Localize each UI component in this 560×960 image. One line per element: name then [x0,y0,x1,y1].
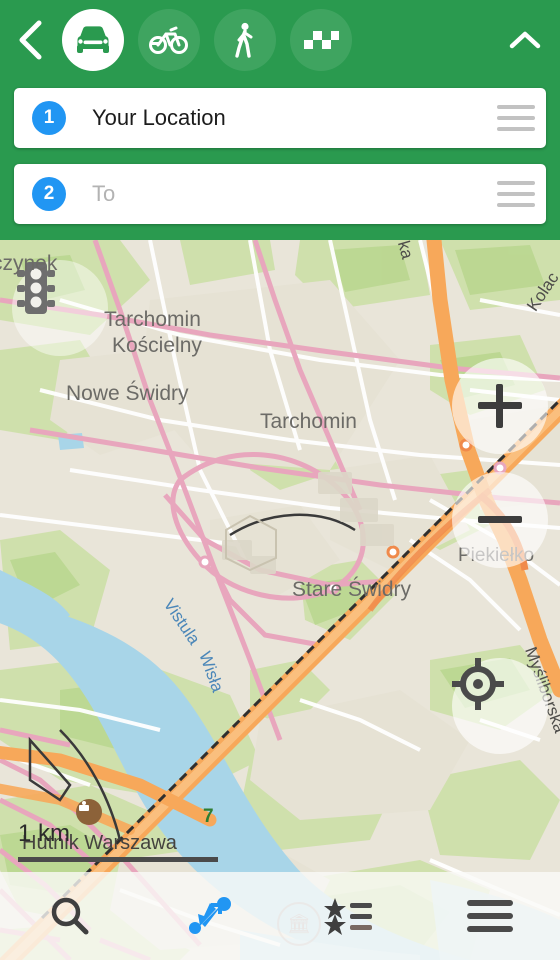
zoom-in-button[interactable] [452,358,548,454]
crosshair-locate-icon [452,658,504,710]
drag-bar [497,181,535,185]
map-canvas[interactable]: czynek Tarchomin Kościelny Nowe Świdry T… [0,240,560,960]
stadium-glyph-icon [79,801,89,811]
bottom-menu-button[interactable] [420,872,560,960]
from-input[interactable]: Your Location [92,105,486,131]
mode-bicycle-button[interactable] [138,9,200,71]
route-point-badge-1: 1 [32,101,66,135]
poi-stadium-icon [76,799,102,825]
bottom-toolbar [0,872,560,960]
to-input[interactable]: To [92,181,486,207]
drag-bar [497,105,535,109]
back-button[interactable] [0,0,62,80]
chevron-up-icon [509,31,541,49]
drag-bar [497,116,535,120]
mode-car-button[interactable] [62,9,124,71]
hamburger-menu-icon [467,900,513,932]
directions-arrow-icon [189,897,231,934]
route-point-badge-2: 2 [32,177,66,211]
minus-icon [478,516,522,523]
search-icon [51,897,89,935]
zoom-out-button[interactable] [452,472,548,568]
bottom-directions-button[interactable] [140,872,280,960]
route-field-from[interactable]: 1 Your Location [14,88,546,148]
traffic-lights-button[interactable] [12,260,108,356]
taxi-icon [304,31,339,49]
drag-bar [497,203,535,207]
favorites-list-icon [324,898,372,935]
car-icon [77,26,109,53]
route-header: 1 Your Location 2 To [0,0,560,240]
mode-list [62,9,490,71]
mode-taxi-button[interactable] [290,9,352,71]
route-field-to[interactable]: 2 To [14,164,546,224]
drag-bar [497,192,535,196]
pedestrian-icon [235,22,253,58]
traffic-light-icon [17,262,55,314]
mode-pedestrian-button[interactable] [214,9,276,71]
drag-handle-to[interactable] [486,164,546,224]
drag-handle-from[interactable] [486,88,546,148]
app-root: czynek Tarchomin Kościelny Nowe Świdry T… [0,0,560,960]
my-location-button[interactable] [452,658,548,754]
route-fields: 1 Your Location 2 To [14,88,546,240]
collapse-panel-button[interactable] [490,0,560,80]
bottom-favorites-button[interactable] [280,872,420,960]
drag-bar [497,127,535,131]
chevron-left-icon [19,20,42,60]
bicycle-icon [149,26,188,54]
bottom-search-button[interactable] [0,872,140,960]
transport-mode-bar [0,0,560,80]
